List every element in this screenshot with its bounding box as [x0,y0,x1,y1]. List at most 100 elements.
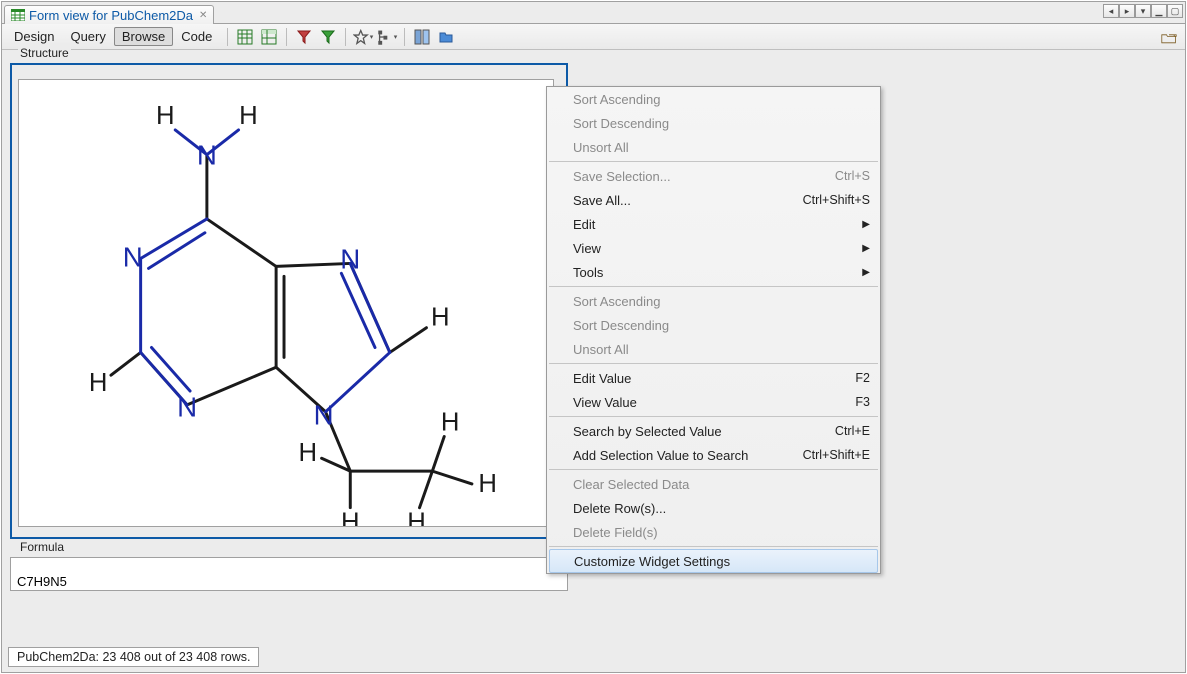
separator [227,28,228,46]
menu-item-edit[interactable]: Edit ▶ [547,212,880,236]
menu-separator [549,416,878,417]
menu-separator [549,546,878,547]
dropdown-button[interactable]: ▾ [1135,4,1151,18]
table-icon [11,9,25,21]
menu-item-label: Edit Value [573,371,631,386]
menu-item-unsort-all: Unsort All [547,337,880,361]
separator [345,28,346,46]
menu-item-label: Edit [573,217,595,232]
structure-selection[interactable]: N N N N N H H H H H H [10,63,568,539]
menu-item-tools[interactable]: Tools ▶ [547,260,880,284]
menu-item-label: View [573,241,601,256]
menu-separator [549,286,878,287]
svg-text:H: H [156,102,175,130]
submenu-arrow-icon: ▶ [862,219,870,230]
menu-item-view-value[interactable]: View Value F3 [547,390,880,414]
menu-item-edit-value[interactable]: Edit Value F2 [547,366,880,390]
svg-text:H: H [89,369,108,397]
tab-form-view[interactable]: Form view for PubChem2Da ✕ [4,5,214,24]
filter-red-icon[interactable] [294,27,314,47]
menu-item-label: Clear Selected Data [573,477,689,492]
status-bar: PubChem2Da: 23 408 out of 23 408 rows. [2,642,1185,672]
menu-item-unsort-all: Unsort All [547,135,880,159]
molecule-diagram: N N N N N H H H H H H [19,80,553,526]
svg-text:H: H [441,409,460,437]
close-tab-icon[interactable]: ✕ [199,10,207,21]
menu-item-label: Sort Descending [573,116,669,131]
formula-field: Formula C7H9N5 [10,549,568,591]
formula-value: C7H9N5 [17,574,67,589]
tab-bar: Form view for PubChem2Da ✕ ◂ ▸ ▾ ▁ ▢ [2,2,1185,24]
panels-icon[interactable] [412,27,432,47]
mode-tabs: Design Query Browse Code [6,27,220,46]
menu-shortcut: F3 [855,395,870,409]
mode-query[interactable]: Query [62,27,113,46]
structure-label: Structure [18,46,71,60]
formula-label: Formula [18,540,66,554]
star-dropdown-icon[interactable]: ▾ [353,27,373,47]
menu-item-label: Sort Descending [573,318,669,333]
grid1-icon[interactable] [235,27,255,47]
submenu-arrow-icon: ▶ [862,243,870,254]
structure-canvas[interactable]: N N N N N H H H H H H [18,79,554,527]
menu-separator [549,161,878,162]
toolbar: Design Query Browse Code ▾ ▾ [2,24,1185,50]
menu-item-label: View Value [573,395,637,410]
separator [286,28,287,46]
svg-text:H: H [341,508,360,526]
menu-item-add-selection-value-to-search[interactable]: Add Selection Value to Search Ctrl+Shift+… [547,443,880,467]
menu-item-label: Add Selection Value to Search [573,448,748,463]
svg-text:H: H [478,470,497,498]
menu-item-label: Delete Field(s) [573,525,658,540]
svg-text:N: N [123,241,143,272]
folder-icon[interactable] [1159,28,1179,48]
menu-item-delete-row-s[interactable]: Delete Row(s)... [547,496,880,520]
menu-item-clear-selected-data: Clear Selected Data [547,472,880,496]
menu-item-label: Tools [573,265,603,280]
menu-item-delete-field-s: Delete Field(s) [547,520,880,544]
menu-item-search-by-selected-value[interactable]: Search by Selected Value Ctrl+E [547,419,880,443]
grid2-icon[interactable] [259,27,279,47]
svg-text:N: N [340,243,360,274]
menu-item-view[interactable]: View ▶ [547,236,880,260]
menu-separator [549,469,878,470]
minimize-button[interactable]: ▁ [1151,4,1167,18]
menu-item-sort-descending: Sort Descending [547,313,880,337]
window-controls: ◂ ▸ ▾ ▁ ▢ [1103,4,1183,18]
menu-shortcut: Ctrl+S [835,169,870,183]
nav-prev-button[interactable]: ◂ [1103,4,1119,18]
mode-code[interactable]: Code [173,27,220,46]
svg-text:H: H [298,439,317,467]
svg-text:N: N [197,140,217,171]
menu-item-label: Unsort All [573,342,629,357]
menu-shortcut: Ctrl+Shift+E [803,448,870,462]
menu-item-label: Search by Selected Value [573,424,722,439]
menu-item-label: Sort Ascending [573,294,660,309]
svg-text:N: N [177,392,197,423]
menu-item-save-all[interactable]: Save All...Ctrl+Shift+S [547,188,880,212]
status-text: PubChem2Da: 23 408 out of 23 408 rows. [8,647,259,667]
tree-dropdown-icon[interactable]: ▾ [377,27,397,47]
menu-item-label: Sort Ascending [573,92,660,107]
menu-item-sort-ascending: Sort Ascending [547,87,880,111]
structure-field: Structure [10,55,570,541]
menu-item-sort-ascending: Sort Ascending [547,289,880,313]
svg-text:H: H [431,304,450,332]
menu-shortcut: Ctrl+E [835,424,870,438]
mode-browse[interactable]: Browse [114,27,173,46]
menu-item-label: Delete Row(s)... [573,501,666,516]
svg-text:N: N [314,400,334,431]
filter-green-icon[interactable] [318,27,338,47]
maximize-button[interactable]: ▢ [1167,4,1183,18]
menu-item-sort-descending: Sort Descending [547,111,880,135]
separator [404,28,405,46]
menu-item-label: Customize Widget Settings [574,554,730,569]
menu-shortcut: F2 [855,371,870,385]
menu-item-customize-widget-settings[interactable]: Customize Widget Settings [549,549,878,573]
menu-shortcut: Ctrl+Shift+S [803,193,870,207]
formula-box[interactable]: C7H9N5 [10,557,568,591]
open-icon[interactable] [436,27,456,47]
mode-design[interactable]: Design [6,27,62,46]
nav-next-button[interactable]: ▸ [1119,4,1135,18]
submenu-arrow-icon: ▶ [862,267,870,278]
